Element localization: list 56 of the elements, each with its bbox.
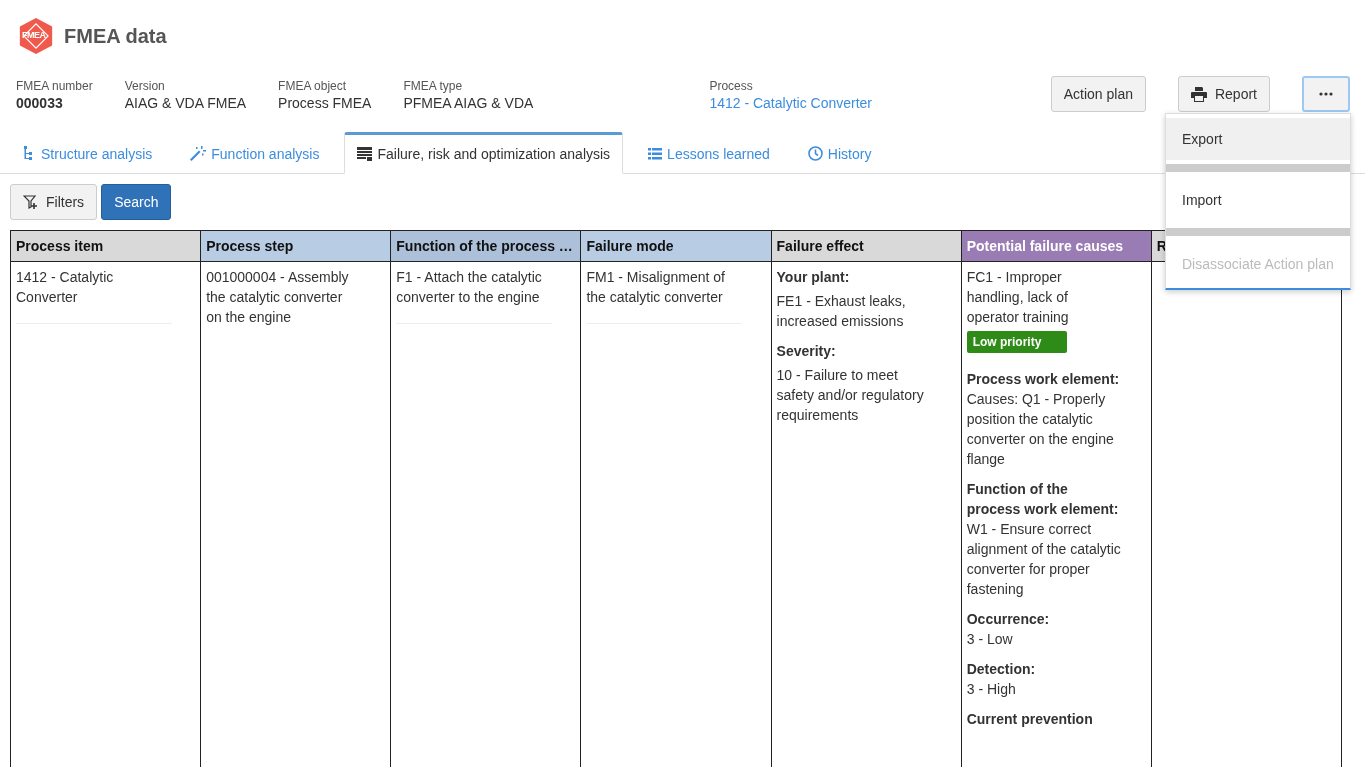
field-label: Detection: (966, 660, 1037, 679)
process-link[interactable]: 1412 - Catalytic Converter (709, 94, 872, 112)
field-label: Current prevention (966, 710, 1094, 729)
logo-icon (17, 17, 55, 55)
field-value: PFMEA AIAG & VDA (403, 94, 534, 112)
filter-icon (23, 194, 38, 210)
field-label: Function of the process work element: (966, 480, 1120, 519)
page-title: FMEA data (64, 24, 167, 48)
menu-item[interactable]: Export (1166, 118, 1350, 160)
magic-wand-icon (190, 146, 207, 161)
field-value: 3 - High (966, 680, 1017, 699)
field-value: Causes: Q1 - Properly position the catalytic converter on the engine flange (966, 390, 1115, 469)
tab[interactable]: Lessons learned (635, 132, 783, 173)
cell-text: F1 - Attach the catalytic converter to the engine (396, 267, 553, 324)
field-label: Process work element: (966, 370, 1121, 389)
menu-item[interactable]: Import (1166, 176, 1350, 224)
clock-icon (807, 146, 823, 161)
filters-button[interactable]: Filters (10, 184, 98, 220)
field-value: 3 - Low (966, 630, 1014, 649)
field-value: FE1 - Exhaust leaks, increased emissions (776, 292, 907, 331)
field-value: 000033 (16, 94, 64, 112)
column-header: Process step (200, 230, 391, 262)
printer-icon (1190, 86, 1207, 102)
column-header: Potential failure causes (961, 230, 1152, 262)
field-value: Process FMEA (278, 94, 372, 112)
field-label: FMEA number (16, 78, 93, 94)
list-icon (648, 147, 663, 160)
column-header: Function of the process … (390, 230, 581, 262)
action-plan-button[interactable]: Action plan (1050, 76, 1146, 112)
field-value: 10 - Failure to meet safety and/or regulatory requirements (776, 366, 925, 425)
field-label: Your plant: (776, 268, 851, 287)
cell-text: FM1 - Misalignment of the catalytic converter (586, 267, 743, 324)
cell-text: 1412 - Catalytic Converter (16, 267, 172, 324)
field-label: Process (709, 78, 754, 94)
table-icon (357, 147, 373, 161)
search-button[interactable]: Search (101, 184, 172, 220)
tab[interactable]: Failure, risk and optimization analysis (344, 132, 624, 174)
column-header: Process item (10, 230, 201, 262)
field-value: W1 - Ensure correct alignment of the catalytic converter for proper fastening (966, 520, 1122, 599)
field-value: AIAG & VDA FMEA (124, 94, 247, 112)
field-label: FMEA object (278, 78, 348, 94)
tab[interactable]: History (794, 132, 885, 173)
field-label: FMEA type (403, 78, 464, 94)
cell-text: FC1 - Improper handling, lack of operator training (966, 268, 1070, 327)
field-label: Occurrence: (966, 610, 1051, 629)
report-button[interactable]: Report (1177, 76, 1270, 112)
field-label: Version (124, 78, 166, 94)
field-label: Severity: (776, 342, 837, 361)
priority-badge: Low priority (966, 331, 1067, 353)
tab[interactable]: Function analysis (177, 132, 333, 173)
more-button[interactable] (1302, 76, 1350, 112)
tab[interactable]: Structure analysis (10, 132, 166, 173)
more-icon (1319, 92, 1333, 96)
cell-text: 001000004 - Assembly the catalytic converter on the engine (206, 268, 350, 327)
column-header: Failure effect (771, 230, 962, 262)
column-header: Failure mode (580, 230, 772, 262)
